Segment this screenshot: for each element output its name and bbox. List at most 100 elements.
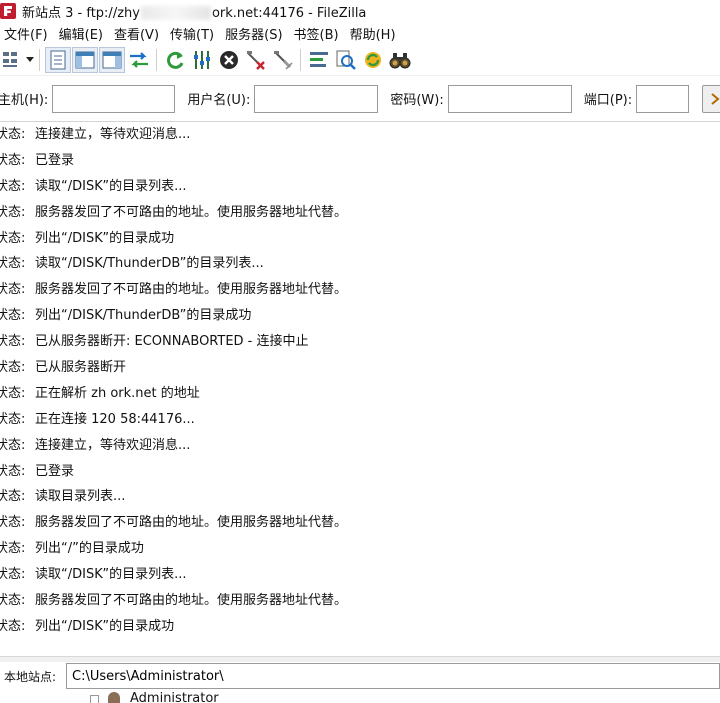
log-status-label: 状态:	[0, 437, 26, 453]
dropdown-arrow-icon[interactable]	[26, 56, 34, 63]
cancel-button[interactable]	[216, 47, 242, 73]
log-line: 状态: 服务器发回了不可路由的地址。使用服务器地址代替。	[0, 510, 720, 536]
directory-filter-icon	[310, 51, 328, 67]
menu-transfer[interactable]: 传输(T)	[166, 24, 221, 43]
toggle-message-log-button[interactable]	[45, 46, 71, 73]
log-status-label: 状态:	[0, 152, 26, 168]
toolbar	[0, 44, 720, 76]
search-button[interactable]	[387, 47, 413, 73]
port-input[interactable]	[636, 84, 690, 113]
log-message: 列出“/DISK”的目录成功	[35, 618, 175, 634]
log-status-label: 状态:	[0, 308, 26, 324]
toolbar-separator	[300, 48, 301, 71]
log-message: 读取“/DISK”的目录列表...	[35, 178, 187, 194]
tree-item-label[interactable]: Administrator	[130, 692, 219, 703]
menu-file[interactable]: 文件(F)	[0, 24, 55, 43]
log-line: 状态: 读取“/DISK/ThunderDB”的目录列表...	[0, 251, 720, 277]
log-message: 已登录	[35, 152, 75, 168]
local-directory-tree[interactable]: Administrator	[0, 690, 720, 703]
sync-browse-icon	[365, 51, 381, 68]
redacted-region	[140, 6, 211, 20]
compare-icon	[336, 50, 356, 70]
log-message: 服务器发回了不可路由的地址。使用服务器地址代替。	[35, 593, 348, 609]
log-message: 列出“/DISK/ThunderDB”的目录成功	[35, 308, 252, 324]
reconnect-icon	[274, 50, 293, 70]
toggle-remote-tree-icon	[102, 51, 122, 68]
menu-bar: 文件(F) 编辑(E) 查看(V) 传输(T) 服务器(S) 书签(B) 帮助(…	[0, 22, 720, 44]
site-manager-button[interactable]	[1, 47, 35, 73]
toggle-transfer-queue-icon	[130, 51, 148, 68]
log-status-label: 状态:	[0, 463, 26, 479]
title-bar: 新站点 3 - ftp://zhy ork.net:44176 - FileZil…	[0, 0, 720, 22]
log-message: 读取目录列表...	[35, 489, 126, 505]
log-line: 状态: 正在解析 zh ork.net 的地址	[0, 381, 720, 407]
quickconnect-icon	[711, 93, 720, 105]
log-line: 状态: 服务器发回了不可路由的地址。使用服务器地址代替。	[0, 277, 720, 303]
log-status-label: 状态:	[0, 385, 26, 401]
username-input[interactable]	[254, 84, 379, 113]
port-label: 端口(P):	[583, 93, 633, 108]
process-queue-button[interactable]	[189, 47, 215, 73]
directory-filter-button[interactable]	[306, 47, 332, 73]
refresh-button[interactable]	[162, 47, 188, 73]
log-status-label: 状态:	[0, 515, 26, 531]
sync-browse-button[interactable]	[360, 47, 386, 73]
quickconnect-button[interactable]	[702, 85, 720, 113]
compare-button[interactable]	[333, 47, 359, 73]
log-line: 状态: 已登录	[0, 148, 720, 174]
filezilla-logo-icon	[0, 3, 16, 19]
log-status-label: 状态:	[0, 230, 26, 246]
log-line: 状态: 列出“/”的目录成功	[0, 536, 720, 562]
message-log[interactable]: 状态: 连接建立，等待欢迎消息... 状态: 已登录 状态: 读取“/DISK”的目录列表…	[0, 122, 720, 656]
log-line: 状态: 读取“/DISK”的目录列表...	[0, 562, 720, 588]
log-status-label: 状态:	[0, 489, 26, 505]
log-message: 已登录	[35, 463, 75, 479]
host-input[interactable]	[52, 84, 176, 113]
password-input[interactable]	[447, 84, 572, 113]
toggle-transfer-queue-button[interactable]	[126, 47, 152, 73]
password-label: 密码(W):	[390, 93, 444, 108]
menu-bookmarks[interactable]: 书签(B)	[290, 24, 346, 43]
toolbar-separator	[156, 48, 157, 71]
menu-view[interactable]: 查看(V)	[110, 24, 166, 43]
quickconnect-bar: 主机(H): 用户名(U): 密码(W): 端口(P):	[0, 76, 720, 122]
toggle-local-tree-icon	[75, 51, 95, 68]
menu-help[interactable]: 帮助(H)	[346, 24, 403, 43]
log-status-label: 状态:	[0, 567, 26, 583]
disconnect-button[interactable]	[243, 47, 269, 73]
log-message: 正在解析 zh ork.net 的地址	[35, 385, 200, 401]
log-status-label: 状态:	[0, 593, 26, 609]
log-line: 状态: 列出“/DISK”的目录成功	[0, 226, 720, 252]
log-message: 服务器发回了不可路由的地址。使用服务器地址代替。	[35, 282, 348, 298]
log-status-label: 状态:	[0, 204, 26, 220]
window-title: 新站点 3 - ftp://zhy ork.net:44176 - FileZil…	[22, 5, 367, 21]
toggle-remote-tree-button[interactable]	[99, 46, 125, 73]
reconnect-button[interactable]	[270, 47, 296, 73]
search-icon	[389, 52, 411, 68]
site-manager-icon	[3, 51, 17, 67]
tree-expander-icon[interactable]	[90, 695, 99, 703]
log-status-label: 状态:	[0, 360, 26, 376]
log-status-label: 状态:	[0, 256, 26, 272]
log-line: 状态: 读取目录列表...	[0, 484, 720, 510]
toggle-local-tree-button[interactable]	[72, 46, 98, 73]
log-message: 连接建立，等待欢迎消息...	[35, 127, 191, 142]
log-message: 连接建立，等待欢迎消息...	[35, 437, 191, 453]
log-message: 已从服务器断开: ECONNABORTED - 连接中止	[35, 334, 309, 350]
log-line: 状态: 列出“/DISK/ThunderDB”的目录成功	[0, 303, 720, 329]
log-line: 状态: 读取“/DISK”的目录列表...	[0, 174, 720, 200]
menu-edit[interactable]: 编辑(E)	[55, 24, 110, 43]
log-line: 状态: 正在连接 120 58:44176...	[0, 407, 720, 433]
local-site-bar: 本地站点:	[0, 662, 720, 690]
log-line: 状态: 已从服务器断开: ECONNABORTED - 连接中止	[0, 329, 720, 355]
log-message: 读取“/DISK/ThunderDB”的目录列表...	[35, 256, 264, 272]
username-label: 用户名(U):	[187, 93, 251, 108]
log-status-label: 状态:	[0, 618, 26, 634]
log-message: 已从服务器断开	[35, 360, 127, 376]
log-status-label: 状态:	[0, 282, 26, 298]
log-message: 列出“/”的目录成功	[35, 541, 144, 557]
toggle-message-log-icon	[50, 50, 66, 69]
menu-server[interactable]: 服务器(S)	[221, 24, 289, 43]
local-path-input[interactable]	[66, 663, 720, 689]
local-site-label: 本地站点:	[4, 669, 57, 684]
